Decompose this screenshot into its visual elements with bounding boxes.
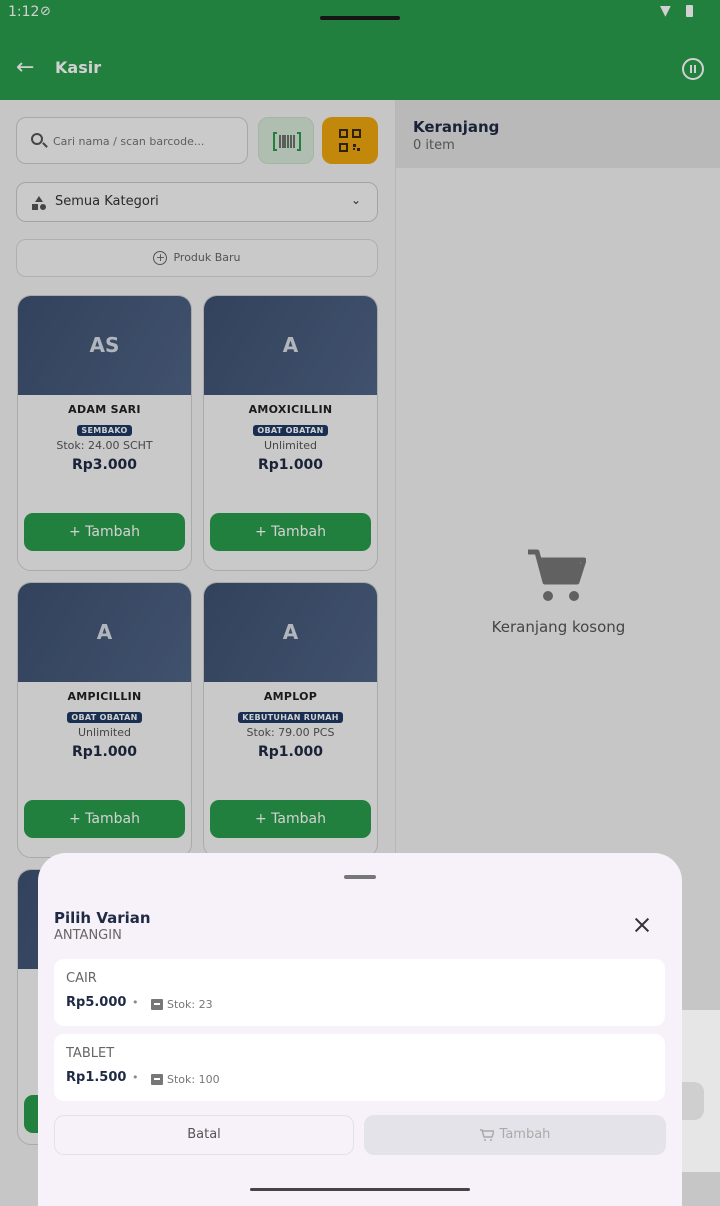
- cart-icon: [479, 1128, 494, 1141]
- drag-handle[interactable]: [344, 875, 376, 879]
- close-icon[interactable]: [632, 915, 652, 935]
- variant-price: Rp5.000: [66, 995, 127, 1010]
- sheet-product-name: ANTANGIN: [54, 928, 122, 943]
- sheet-title: Pilih Varian: [54, 909, 151, 927]
- inventory-icon: [151, 1074, 163, 1085]
- add-variant-label: Tambah: [499, 1127, 551, 1142]
- inventory-icon: [151, 999, 163, 1010]
- checkout-button: [682, 1082, 704, 1120]
- add-variant-button[interactable]: Tambah: [364, 1115, 666, 1155]
- variant-price: Rp1.500: [66, 1070, 127, 1085]
- variant-option[interactable]: CAIR Rp5.000 • Stok: 23: [54, 959, 665, 1026]
- separator-dot: •: [132, 996, 139, 1009]
- variant-bottom-sheet: Pilih Varian ANTANGIN CAIR Rp5.000 • Sto…: [38, 853, 682, 1206]
- variant-stock: Stok: 23: [167, 998, 213, 1011]
- cancel-button[interactable]: Batal: [54, 1115, 354, 1155]
- gesture-nav-bar: [250, 1188, 470, 1191]
- variant-stock: Stok: 100: [167, 1073, 220, 1086]
- variant-option[interactable]: TABLET Rp1.500 • Stok: 100: [54, 1034, 665, 1101]
- separator-dot: •: [132, 1071, 139, 1084]
- variant-name: TABLET: [66, 1046, 115, 1061]
- variant-name: CAIR: [66, 971, 97, 986]
